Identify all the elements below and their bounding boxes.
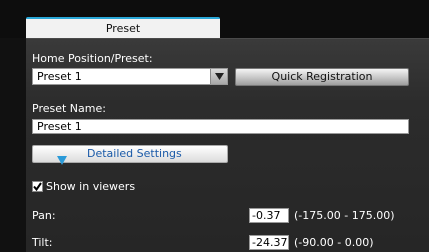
show-in-viewers-checkbox[interactable] <box>32 181 43 192</box>
home-position-label: Home Position/Preset: <box>32 52 153 65</box>
checkmark-icon <box>33 182 42 191</box>
detailed-settings-label: Detailed Settings <box>87 147 182 160</box>
preset-panel: Home Position/Preset: Preset 1 Quick Reg… <box>26 38 429 252</box>
tilt-label: Tilt: <box>32 236 53 249</box>
preset-name-label: Preset Name: <box>32 102 106 115</box>
home-position-selected-value: Preset 1 <box>37 70 82 83</box>
preset-name-field[interactable]: Preset 1 <box>32 119 409 134</box>
tilt-range: (-90.00 - 0.00) <box>294 236 374 249</box>
preset-name-value: Preset 1 <box>37 120 82 133</box>
tab-bar: Preset <box>0 0 429 38</box>
quick-registration-button[interactable]: Quick Registration <box>235 68 409 86</box>
tilt-value: -24.37 <box>252 236 288 249</box>
home-position-select[interactable]: Preset 1 <box>32 68 228 85</box>
show-in-viewers-label: Show in viewers <box>46 180 136 193</box>
pan-range: (-175.00 - 175.00) <box>294 209 395 222</box>
triangle-down-icon <box>57 150 67 165</box>
chevron-down-icon[interactable] <box>210 69 227 84</box>
pan-label: Pan: <box>32 209 56 222</box>
tilt-field[interactable]: -24.37 <box>249 235 289 250</box>
detailed-settings-button[interactable]: Detailed Settings <box>32 145 228 165</box>
pan-field[interactable]: -0.37 <box>249 208 289 223</box>
pan-value: -0.37 <box>252 209 281 222</box>
tab-preset[interactable]: Preset <box>26 17 220 38</box>
